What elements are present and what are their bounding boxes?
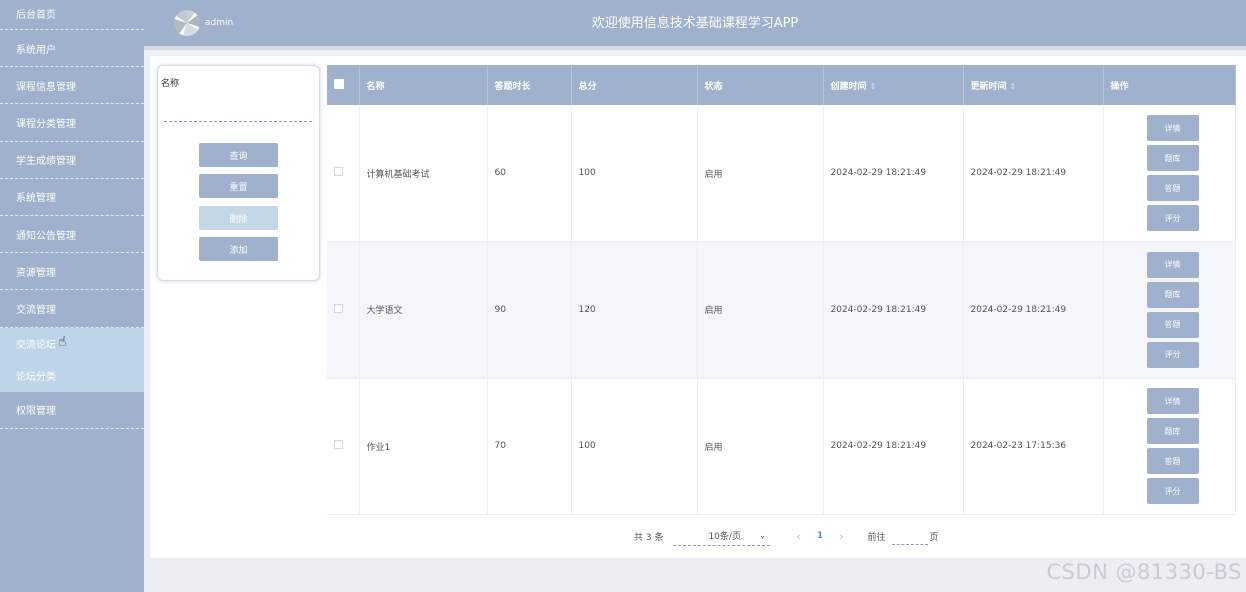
answer-button[interactable]: 答题 xyxy=(1146,175,1199,201)
header-name: 名称 xyxy=(359,65,488,105)
data-table: 名称 答题时长 总分 状态 创建时间 ⇕ 更新时间 ⇕ 操作 计算机基础考试 60 … xyxy=(327,65,1236,515)
watermark: CSDN @81330-BS xyxy=(1046,560,1242,584)
next-page-icon[interactable]: › xyxy=(839,530,843,543)
cell-name: 计算机基础考试 xyxy=(359,105,488,242)
table-row: 作业1 70 100 启用 2024-02-29 18:21:49 2024-0… xyxy=(327,378,1236,515)
pagination-total: 共 3 条 xyxy=(634,532,664,543)
row-checkbox[interactable] xyxy=(334,440,343,450)
page-size-select[interactable]: 10条/页 ⌄ xyxy=(673,526,771,546)
sidebar-subitem-forum-category[interactable]: 论坛分类 xyxy=(0,360,144,392)
prev-page-icon[interactable]: ‹ xyxy=(796,530,800,543)
header: admin 欢迎使用信息技术基础课程学习APP xyxy=(144,0,1246,46)
cell-actions: 详情 题库 答题 评分 xyxy=(1103,378,1236,515)
cell-status: 启用 xyxy=(697,105,824,242)
cell-duration: 70 xyxy=(487,378,572,515)
cell-updated: 2024-02-29 18:21:49 xyxy=(963,105,1104,242)
page-unit-label: 页 xyxy=(929,532,939,543)
pagination: 共 3 条 10条/页 ⌄ ‹ 1 › 前往 页 xyxy=(634,526,939,546)
row-select-cell xyxy=(327,105,360,242)
row-checkbox[interactable] xyxy=(334,167,343,176)
header-updated[interactable]: 更新时间 ⇕ xyxy=(963,65,1104,105)
search-name-label: 名称 xyxy=(161,79,180,89)
page-size-value: 10条/页 xyxy=(708,532,741,542)
question-bank-button[interactable]: 题库 xyxy=(1146,418,1199,445)
cell-name: 大学语文 xyxy=(359,241,488,379)
chevron-down-icon: ⌄ xyxy=(758,530,767,541)
question-bank-button[interactable]: 题库 xyxy=(1146,281,1199,308)
search-panel: 名称 查询 重置 删除 添加 xyxy=(157,65,320,281)
question-bank-button[interactable]: 题库 xyxy=(1146,145,1199,171)
detail-button[interactable]: 详情 xyxy=(1146,388,1199,415)
select-all-checkbox[interactable] xyxy=(334,78,344,89)
cell-actions: 详情 题库 答题 评分 xyxy=(1103,241,1236,379)
header-created-label: 创建时间 xyxy=(830,81,867,92)
detail-button[interactable]: 详情 xyxy=(1146,251,1199,278)
goto-page-input[interactable] xyxy=(891,527,928,545)
cell-actions: 详情 题库 答题 评分 xyxy=(1103,105,1236,242)
search-name-input[interactable] xyxy=(164,96,312,122)
sidebar-item-home[interactable]: 后台首页 xyxy=(0,0,144,30)
sidebar-item-course-category[interactable]: 课程分类管理 xyxy=(0,104,144,142)
sidebar-item-student-scores[interactable]: 学生成绩管理 xyxy=(0,142,144,179)
cell-score: 120 xyxy=(571,241,698,379)
cell-updated: 2024-02-23 17:15:36 xyxy=(963,378,1104,515)
sidebar-item-resources[interactable]: 资源管理 xyxy=(0,253,144,291)
header-duration: 答题时长 xyxy=(487,65,572,105)
grade-button[interactable]: 评分 xyxy=(1146,205,1199,231)
page-number-current[interactable]: 1 xyxy=(817,531,823,541)
answer-button[interactable]: 答题 xyxy=(1146,448,1199,475)
goto-label: 前往 xyxy=(867,532,886,543)
cell-created: 2024-02-29 18:21:49 xyxy=(823,241,964,379)
row-select-cell xyxy=(327,241,360,379)
cell-created: 2024-02-29 18:21:49 xyxy=(823,378,964,515)
detail-button[interactable]: 详情 xyxy=(1146,115,1199,141)
reset-button[interactable]: 重置 xyxy=(199,174,278,198)
sidebar-item-notices[interactable]: 通知公告管理 xyxy=(0,216,144,254)
sidebar-item-system-users[interactable]: 系统用户 xyxy=(0,30,144,68)
header-divider xyxy=(144,46,1246,50)
header-score: 总分 xyxy=(571,65,698,105)
hand-cursor-icon: ☝ xyxy=(58,334,67,350)
sidebar-item-exchange[interactable]: 交流管理 xyxy=(0,290,144,328)
delete-button[interactable]: 删除 xyxy=(199,206,278,230)
cell-score: 100 xyxy=(571,105,698,242)
header-actions: 操作 xyxy=(1103,65,1236,105)
sort-icon[interactable]: ⇕ xyxy=(1010,82,1017,91)
header-created[interactable]: 创建时间 ⇕ xyxy=(823,65,964,105)
sidebar-submenu: 交流论坛 论坛分类 xyxy=(0,327,144,392)
grade-button[interactable]: 评分 xyxy=(1146,341,1199,368)
sidebar-item-course-info[interactable]: 课程信息管理 xyxy=(0,67,144,105)
sidebar: 后台首页 系统用户 课程信息管理 课程分类管理 学生成绩管理 系统管理 通知公告… xyxy=(0,0,144,592)
table-row: 大学语文 90 120 启用 2024-02-29 18:21:49 2024-… xyxy=(327,241,1236,379)
row-select-cell xyxy=(327,378,360,515)
grade-button[interactable]: 评分 xyxy=(1146,478,1199,505)
sort-icon[interactable]: ⇕ xyxy=(870,82,877,91)
sidebar-subitem-forum[interactable]: 交流论坛 xyxy=(0,328,144,360)
answer-button[interactable]: 答题 xyxy=(1146,311,1199,338)
row-checkbox[interactable] xyxy=(334,303,343,313)
cell-status: 启用 xyxy=(697,241,824,379)
sidebar-item-system-management[interactable]: 系统管理 xyxy=(0,179,144,216)
table-header-row: 名称 答题时长 总分 状态 创建时间 ⇕ 更新时间 ⇕ 操作 xyxy=(327,65,1236,105)
cell-name: 作业1 xyxy=(359,378,488,515)
cell-duration: 60 xyxy=(487,105,572,242)
cell-duration: 90 xyxy=(487,241,572,379)
query-button[interactable]: 查询 xyxy=(199,143,278,167)
sidebar-item-permissions[interactable]: 权限管理 xyxy=(0,392,144,429)
cell-score: 100 xyxy=(571,378,698,515)
cell-updated: 2024-02-29 18:21:49 xyxy=(963,241,1104,379)
cell-created: 2024-02-29 18:21:49 xyxy=(823,105,964,242)
add-button[interactable]: 添加 xyxy=(199,237,278,261)
page-title: 欢迎使用信息技术基础课程学习APP xyxy=(591,16,799,31)
header-updated-label: 更新时间 xyxy=(970,81,1007,92)
cell-status: 启用 xyxy=(697,378,824,515)
select-all-cell xyxy=(327,65,360,105)
table-row: 计算机基础考试 60 100 启用 2024-02-29 18:21:49 20… xyxy=(327,105,1236,242)
header-status: 状态 xyxy=(697,65,824,105)
